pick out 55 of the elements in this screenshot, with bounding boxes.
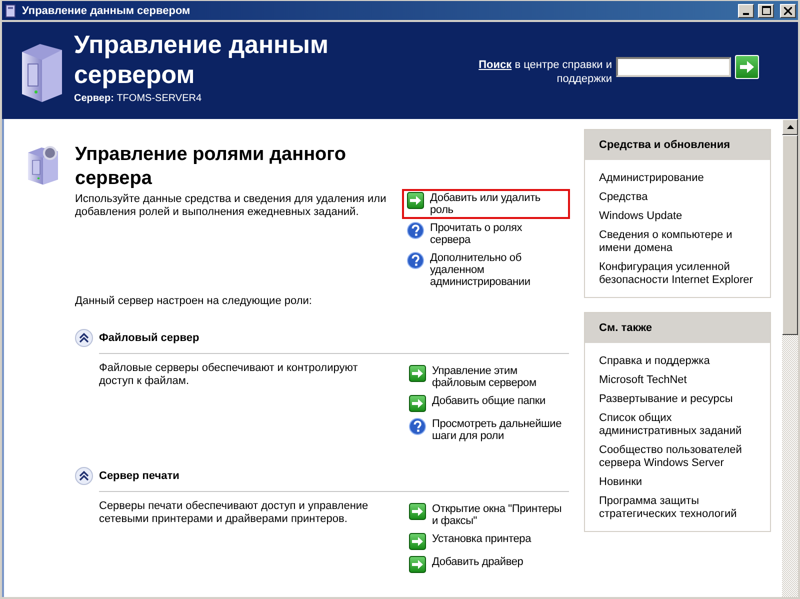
- role-title: Файловый сервер: [99, 332, 200, 344]
- help-icon: [409, 418, 426, 435]
- action-link[interactable]: Открытие окна "Принтеры и факсы": [404, 500, 572, 530]
- panel-link[interactable]: Новинки: [599, 476, 756, 489]
- panel-link[interactable]: Средства: [599, 191, 756, 204]
- close-button[interactable]: [780, 4, 796, 18]
- scrollbar[interactable]: [782, 119, 798, 597]
- panel-link[interactable]: Сообщество пользователей сервера Windows Server: [599, 444, 756, 470]
- panel-title: См. также: [585, 313, 770, 343]
- window-title: Управление данным сервером: [22, 4, 192, 16]
- help-icon: [407, 252, 424, 269]
- section-title: Управление ролями данного сервера: [75, 143, 347, 191]
- collapse-button[interactable]: [75, 467, 93, 485]
- close-icon: [784, 6, 792, 14]
- action-link[interactable]: Добавить общие папки: [404, 392, 572, 415]
- panel-link[interactable]: Windows Update: [599, 210, 756, 223]
- maximize-button[interactable]: [758, 4, 774, 18]
- panel-title: Средства и обновления: [585, 130, 770, 160]
- panel-link[interactable]: Сведения о компьютере и имени домена: [599, 229, 756, 255]
- role-description: Файловые серверы обеспечивают и контролируют доступ к файлам.: [99, 362, 359, 389]
- role-title: Сервер печати: [99, 470, 180, 482]
- collapse-icon: [75, 467, 93, 485]
- search-field[interactable]: [616, 57, 731, 77]
- panel-link[interactable]: Администрирование: [599, 172, 756, 185]
- search-go-button[interactable]: [735, 55, 759, 79]
- collapse-icon: [75, 329, 93, 347]
- action-link[interactable]: Управление этим файловым сервером: [404, 362, 572, 392]
- action-link[interactable]: Установка принтера: [404, 530, 572, 553]
- panel-link[interactable]: Конфигурация усиленной безопасности Internet Explorer: [599, 261, 756, 287]
- panel-link[interactable]: Список общих административных заданий: [599, 412, 756, 438]
- server-name: Сервер: TFOMS-SERVER4: [74, 93, 203, 104]
- minimize-button[interactable]: [738, 4, 754, 18]
- maximize-icon: [762, 6, 770, 15]
- panel-link[interactable]: Microsoft TechNet: [599, 374, 756, 387]
- roles-intro: Данный сервер настроен на следующие роли:: [74, 295, 313, 307]
- action-link[interactable]: Прочитать о ролях сервера: [402, 219, 570, 249]
- search-label: Поиск в центре справки и поддержки: [478, 58, 612, 86]
- server-icon: [4, 4, 18, 18]
- panel-link[interactable]: Развертывание и ресурсы: [599, 393, 756, 406]
- action-link[interactable]: Просмотреть дальнейшие шаги для роли: [404, 415, 572, 445]
- arrow-icon: [739, 60, 755, 74]
- help-icon: [407, 222, 424, 239]
- action-link[interactable]: Добавить или удалить роль: [402, 189, 570, 219]
- minimize-icon: [743, 12, 749, 14]
- role-description: Серверы печати обеспечивают доступ и управление сетевыми принтерами и драйверами принтеров.: [99, 500, 370, 527]
- scroll-thumb[interactable]: [782, 135, 798, 335]
- page-title: Управление данным сервером: [74, 30, 330, 90]
- collapse-button[interactable]: [75, 329, 93, 347]
- caret-icon: [786, 125, 794, 129]
- scroll-up-button[interactable]: [782, 119, 798, 135]
- section-description: Используйте данные средства и сведения для удаления или добавления ролей и выполнения ежедневных заданий.: [75, 193, 388, 220]
- action-link[interactable]: Добавить драйвер: [404, 553, 572, 576]
- action-link[interactable]: Дополнительно об удаленном администрировании: [402, 249, 570, 291]
- panel-link[interactable]: Программа защиты стратегических технологий: [599, 495, 756, 521]
- panel-link[interactable]: Справка и поддержка: [599, 355, 756, 368]
